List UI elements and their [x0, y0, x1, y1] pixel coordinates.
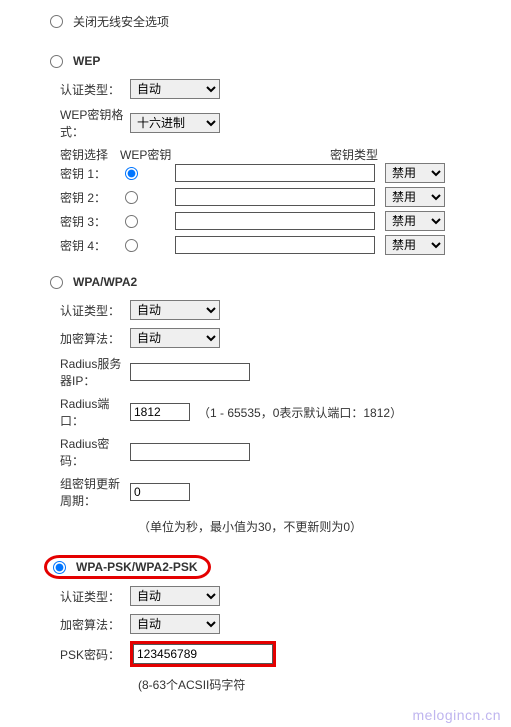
watermark: melogincn.cn: [0, 701, 511, 727]
psk-pwd-label: PSK密码：: [20, 646, 130, 663]
psk-enc-label: 加密算法：: [20, 616, 130, 633]
wep-key4-radio[interactable]: [125, 239, 138, 252]
wep-key4-label: 密钥 4：: [20, 237, 120, 254]
psk-note: (8-63个ACSII码字符: [138, 676, 245, 693]
radius-ip-input[interactable]: [130, 363, 250, 381]
psk-pwd-input[interactable]: [133, 644, 273, 664]
psk-title: WPA-PSK/WPA2-PSK: [76, 560, 198, 574]
wep-key1-type-select[interactable]: 禁用: [385, 163, 445, 183]
psk-auth-label: 认证类型：: [20, 588, 130, 605]
wep-key1-radio[interactable]: [125, 167, 138, 180]
wpa-auth-select[interactable]: 自动: [130, 300, 220, 320]
psk-enc-select[interactable]: 自动: [130, 614, 220, 634]
wep-col-key: WEP密钥: [120, 146, 330, 163]
wep-title: WEP: [73, 54, 100, 68]
wep-key1-label: 密钥 1：: [20, 165, 120, 182]
wpa-auth-label: 认证类型：: [20, 302, 130, 319]
wpa-title: WPA/WPA2: [73, 275, 137, 289]
group-key-note: （单位为秒，最小值为30，不更新则为0）: [138, 518, 362, 535]
disable-security-label: 关闭无线安全选项: [73, 13, 169, 30]
radius-port-input[interactable]: [130, 403, 190, 421]
radius-pwd-input[interactable]: [130, 443, 250, 461]
group-key-input[interactable]: [130, 483, 190, 501]
radius-ip-label: Radius服务器IP：: [20, 355, 130, 389]
wpa-enc-select[interactable]: 自动: [130, 328, 220, 348]
wep-key3-radio[interactable]: [125, 215, 138, 228]
wep-key4-input[interactable]: [175, 236, 375, 254]
wep-key3-input[interactable]: [175, 212, 375, 230]
wep-key3-label: 密钥 3：: [20, 213, 120, 230]
disable-security-radio[interactable]: [50, 15, 63, 28]
wep-col-type: 密钥类型: [330, 146, 400, 163]
radius-port-label: Radius端口：: [20, 395, 130, 429]
wep-key2-radio[interactable]: [125, 191, 138, 204]
radius-pwd-label: Radius密码：: [20, 435, 130, 469]
psk-radio[interactable]: [53, 561, 66, 574]
psk-auth-select[interactable]: 自动: [130, 586, 220, 606]
wep-col-select: 密钥选择: [20, 146, 120, 163]
wep-auth-label: 认证类型：: [20, 81, 130, 98]
wpa-radio[interactable]: [50, 276, 63, 289]
wep-key2-input[interactable]: [175, 188, 375, 206]
psk-highlight-oval: WPA-PSK/WPA2-PSK: [44, 555, 211, 579]
wep-format-select[interactable]: 十六进制: [130, 113, 220, 133]
wep-key1-input[interactable]: [175, 164, 375, 182]
psk-highlight-box: [130, 641, 276, 667]
wep-key3-type-select[interactable]: 禁用: [385, 211, 445, 231]
wep-key2-type-select[interactable]: 禁用: [385, 187, 445, 207]
wep-format-label: WEP密钥格式：: [20, 106, 130, 140]
wep-key2-label: 密钥 2：: [20, 189, 120, 206]
wep-auth-select[interactable]: 自动: [130, 79, 220, 99]
radius-port-note: （1 - 65535，0表示默认端口：1812）: [198, 404, 402, 421]
wep-key4-type-select[interactable]: 禁用: [385, 235, 445, 255]
group-key-label: 组密钥更新周期：: [20, 475, 130, 509]
wpa-enc-label: 加密算法：: [20, 330, 130, 347]
wep-radio[interactable]: [50, 55, 63, 68]
